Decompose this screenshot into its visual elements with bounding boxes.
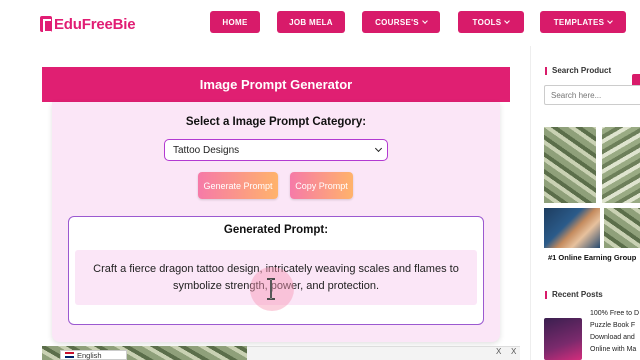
nav-job-mela[interactable]: JOB MELA	[277, 11, 345, 33]
recent-posts-heading-label: Recent Posts	[552, 290, 603, 299]
text-cursor-icon	[267, 278, 275, 300]
recent-post-line[interactable]: Online with Ma	[590, 346, 636, 353]
product-thumbnail-money-2[interactable]	[602, 127, 640, 203]
nav-courses[interactable]: COURSE'S	[362, 11, 440, 33]
nav-home[interactable]: HOME	[210, 11, 260, 33]
nav-job-mela-label: JOB MELA	[289, 17, 333, 27]
uk-flag-icon	[65, 352, 74, 358]
nav-tools-label: TOOLS	[472, 17, 502, 27]
heading-accent	[545, 66, 547, 75]
generated-prompt-title: Generated Prompt:	[223, 224, 329, 236]
search-heading-label: Search Product	[552, 66, 612, 75]
chevron-down-icon	[422, 17, 428, 24]
logo-icon	[40, 16, 52, 33]
earning-group-label[interactable]: #1 Online Earning Group	[548, 253, 636, 262]
heading-accent	[545, 290, 547, 299]
chevron-down-icon	[504, 17, 511, 24]
product-thumbnail-money[interactable]	[544, 127, 596, 203]
chevron-down-icon	[374, 144, 383, 153]
nav-templates[interactable]: TEMPLATES	[540, 11, 626, 33]
language-label: English	[77, 350, 102, 360]
chevron-down-icon	[607, 17, 614, 24]
generator-title: Image Prompt Generator	[42, 67, 510, 102]
copy-prompt-button[interactable]: Copy Prompt	[290, 172, 353, 199]
sidebar-divider	[530, 46, 531, 360]
top-navbar: EduFreeBie HOME JOB MELA COURSE'S TOOLS …	[0, 0, 640, 46]
nav-tools[interactable]: TOOLS	[458, 11, 524, 33]
recent-posts-heading: Recent Posts	[545, 290, 603, 299]
nav-home-label: HOME	[222, 17, 248, 27]
category-select[interactable]: Tattoo Designs	[164, 139, 388, 161]
product-thumbnail-money-3[interactable]	[604, 208, 640, 248]
category-label: Select a Image Prompt Category:	[185, 116, 367, 128]
generate-prompt-button[interactable]: Generate Prompt	[198, 172, 278, 199]
nav-templates-label: TEMPLATES	[553, 17, 605, 27]
site-logo[interactable]: EduFreeBie	[40, 14, 136, 34]
product-thumbnail-handshake[interactable]	[544, 208, 600, 248]
ad-close-button[interactable]: X	[511, 347, 516, 356]
recent-post-line[interactable]: 100% Free to D	[590, 310, 639, 317]
search-input[interactable]	[544, 85, 640, 105]
recent-post-line[interactable]: Puzzle Book F	[590, 322, 635, 329]
recent-post-line[interactable]: Download and	[590, 334, 635, 341]
ad-info-icon[interactable]: X	[496, 347, 501, 356]
logo-text: EduFreeBie	[54, 15, 136, 33]
nav-courses-label: COURSE'S	[375, 17, 419, 27]
language-selector[interactable]: English	[60, 350, 127, 360]
category-selected-value: Tattoo Designs	[173, 144, 240, 156]
search-heading: Search Product	[545, 66, 611, 75]
recent-post-thumbnail[interactable]	[544, 318, 582, 360]
